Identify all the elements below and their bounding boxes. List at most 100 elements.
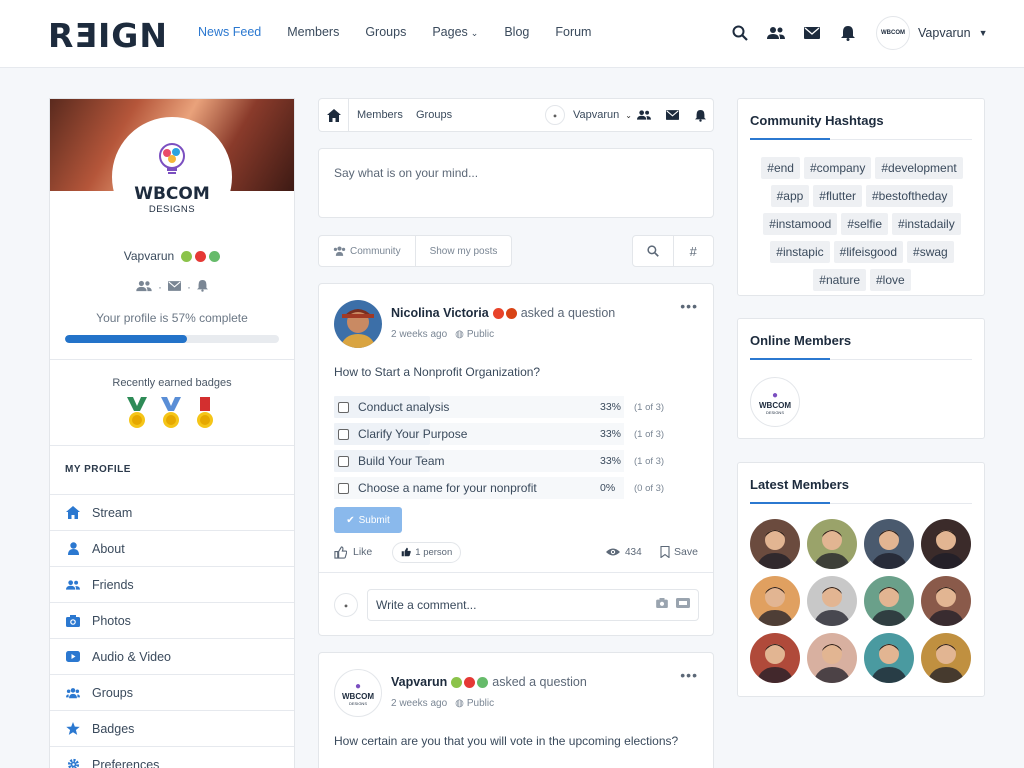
hashtag-chip[interactable]: #instamood xyxy=(763,213,838,235)
author-avatar[interactable]: ● WBCOM DESIGNS xyxy=(334,669,382,717)
bell-icon[interactable] xyxy=(693,108,707,122)
poll-option[interactable]: Conduct analysis 33% (1 of 3) xyxy=(334,396,664,418)
bell-icon[interactable] xyxy=(838,23,858,43)
hashtag-chip[interactable]: #nature xyxy=(813,269,866,291)
search-icon[interactable] xyxy=(633,236,674,266)
subnav-groups[interactable]: Groups xyxy=(416,109,452,121)
search-icon[interactable] xyxy=(730,23,750,43)
poll-checkbox[interactable] xyxy=(338,428,349,440)
profile-name[interactable]: Vapvarun xyxy=(124,249,174,263)
member-avatar[interactable] xyxy=(921,576,971,626)
menu-item-photos[interactable]: Photos xyxy=(50,602,294,638)
user-name: Vapvarun xyxy=(918,26,971,40)
online-member-avatar[interactable]: ● WBCOM DESIGNS xyxy=(750,377,800,427)
member-avatar[interactable] xyxy=(750,633,800,683)
more-options-icon[interactable]: ••• xyxy=(680,298,698,314)
mail-icon[interactable] xyxy=(665,108,679,122)
hashtag-chip[interactable]: #app xyxy=(770,185,810,207)
menu-item-about[interactable]: About xyxy=(50,530,294,566)
hashtag-chip[interactable]: #company xyxy=(803,157,872,179)
hashtag-chip[interactable]: #bestoftheday xyxy=(865,185,954,207)
nav-blog[interactable]: Blog xyxy=(504,25,529,39)
member-avatar[interactable] xyxy=(864,633,914,683)
nav-news-feed[interactable]: News Feed xyxy=(198,25,261,39)
bell-icon[interactable] xyxy=(197,279,208,295)
member-avatar[interactable] xyxy=(864,519,914,569)
hashtag-chip[interactable]: #flutter xyxy=(813,185,862,207)
hashtag-icon[interactable]: # xyxy=(674,236,714,266)
hashtag-chip[interactable]: #instadaily xyxy=(892,213,961,235)
post-time[interactable]: 2 weeks ago xyxy=(391,698,447,709)
hashtag-chip[interactable]: #end xyxy=(761,157,800,179)
nav-groups[interactable]: Groups xyxy=(365,25,406,39)
tab-show-my-posts[interactable]: Show my posts xyxy=(415,235,513,267)
member-avatar[interactable] xyxy=(807,633,857,683)
profile-avatar[interactable]: WBCOM DESIGNS xyxy=(112,117,232,237)
camera-icon[interactable] xyxy=(656,598,668,611)
menu-item-stream[interactable]: Stream xyxy=(50,494,294,530)
member-avatar[interactable] xyxy=(750,519,800,569)
likers-badge[interactable]: 1 person xyxy=(392,541,462,563)
gif-icon[interactable] xyxy=(676,598,690,611)
member-avatar[interactable] xyxy=(864,576,914,626)
poll-checkbox[interactable] xyxy=(338,455,349,467)
menu-label: Audio & Video xyxy=(92,649,171,664)
comment-input[interactable]: Write a comment... xyxy=(367,589,699,621)
bulb-logo-icon: ● xyxy=(771,389,779,401)
video-icon xyxy=(66,650,80,664)
medal-icon[interactable] xyxy=(158,397,184,431)
menu-item-preferences[interactable]: Preferences xyxy=(50,746,294,768)
author-name[interactable]: Nicolina Victoria xyxy=(391,306,489,320)
member-avatar[interactable] xyxy=(807,519,857,569)
more-options-icon[interactable]: ••• xyxy=(680,667,698,683)
author-name[interactable]: Vapvarun xyxy=(391,675,447,689)
medal-icon[interactable] xyxy=(192,397,218,431)
site-logo[interactable]: REIGN xyxy=(48,16,168,55)
tab-community[interactable]: Community xyxy=(318,235,416,267)
hashtag-chip[interactable]: #selfie xyxy=(841,213,889,235)
globe-icon: ◍ xyxy=(455,698,464,709)
post-action: asked a question xyxy=(520,306,616,320)
friends-icon[interactable] xyxy=(136,280,152,295)
subnav-members[interactable]: Members xyxy=(357,109,403,121)
friends-icon[interactable] xyxy=(766,23,786,43)
hashtag-chip[interactable]: #love xyxy=(870,269,911,291)
poll-option-label: Clarify Your Purpose xyxy=(358,427,468,441)
nav-pages[interactable]: Pages ⌄ xyxy=(432,25,478,39)
poll-submit-button[interactable]: ✔ Submit xyxy=(334,507,402,533)
home-icon[interactable] xyxy=(319,99,349,131)
member-avatar[interactable] xyxy=(921,519,971,569)
menu-item-badges[interactable]: Badges xyxy=(50,710,294,746)
mail-icon[interactable] xyxy=(802,23,822,43)
subnav-user-menu[interactable]: ◉ Vapvarun ⌄ xyxy=(545,105,632,125)
menu-item-audio-video[interactable]: Audio & Video xyxy=(50,638,294,674)
menu-item-friends[interactable]: Friends xyxy=(50,566,294,602)
poll-option[interactable]: Build Your Team 33% (1 of 3) xyxy=(334,450,664,472)
post-composer[interactable]: Say what is on your mind... xyxy=(318,148,714,218)
member-avatar[interactable] xyxy=(921,633,971,683)
logo-letter: N xyxy=(139,16,168,55)
nav-forum[interactable]: Forum xyxy=(555,25,591,39)
poll-checkbox[interactable] xyxy=(338,401,349,413)
hashtag-chip[interactable]: #development xyxy=(875,157,963,179)
check-icon: ✔ xyxy=(346,514,355,526)
hashtag-chip[interactable]: #lifeisgood xyxy=(833,241,904,263)
friends-icon[interactable] xyxy=(637,108,651,122)
divider xyxy=(50,445,294,446)
poll-option[interactable]: Choose a name for your nonprofit 0% (0 o… xyxy=(334,477,664,499)
hashtag-chip[interactable]: #instapic xyxy=(770,241,830,263)
member-avatar[interactable] xyxy=(750,576,800,626)
author-avatar[interactable] xyxy=(334,300,382,348)
post-time[interactable]: 2 weeks ago xyxy=(391,329,447,340)
member-avatar[interactable] xyxy=(807,576,857,626)
menu-item-groups[interactable]: Groups xyxy=(50,674,294,710)
poll-checkbox[interactable] xyxy=(338,482,349,494)
nav-members[interactable]: Members xyxy=(287,25,339,39)
medal-icon[interactable] xyxy=(124,397,150,431)
user-menu[interactable]: WBCOM Vapvarun ▼ xyxy=(876,16,988,50)
hashtag-chip[interactable]: #swag xyxy=(907,241,954,263)
poll-option[interactable]: Clarify Your Purpose 33% (1 of 3) xyxy=(334,423,664,445)
save-button[interactable]: Save xyxy=(660,546,698,558)
mail-icon[interactable] xyxy=(168,280,181,294)
like-button[interactable]: Like xyxy=(334,545,372,559)
